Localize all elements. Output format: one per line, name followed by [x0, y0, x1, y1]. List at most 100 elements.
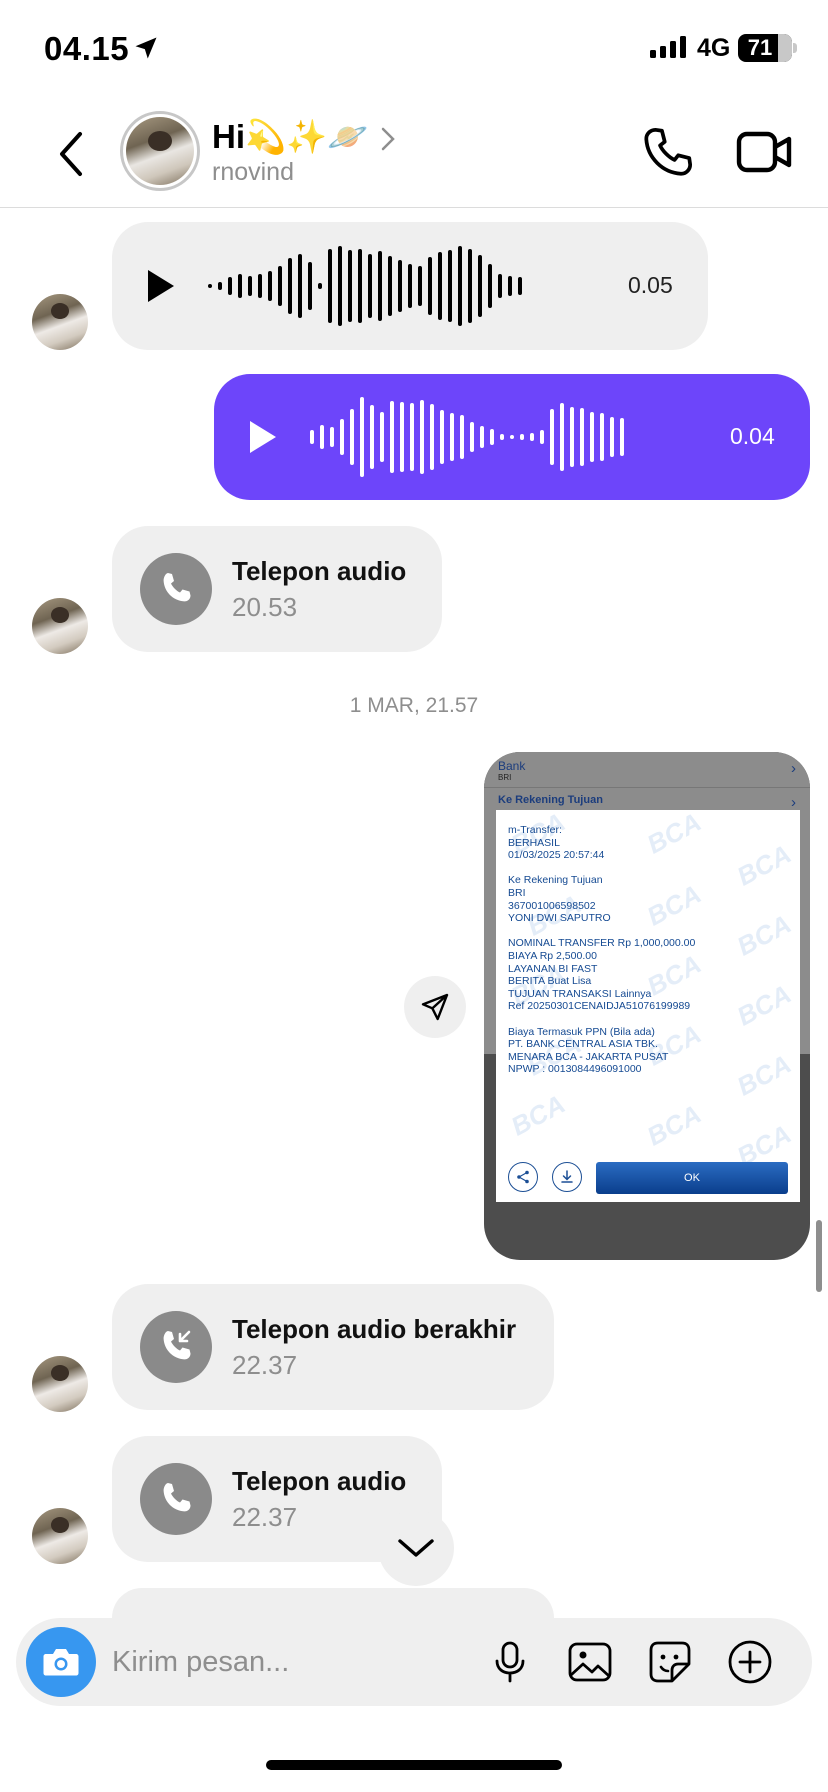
waveform-bar — [358, 249, 362, 323]
call-ended-message[interactable]: Telepon audio berakhir 22.37 — [112, 1284, 554, 1410]
camera-button[interactable] — [26, 1627, 96, 1697]
waveform-bar — [560, 403, 564, 471]
sender-avatar[interactable] — [32, 598, 88, 654]
bca-watermark-text: BCA — [732, 838, 796, 892]
call-time: 20.53 — [232, 592, 298, 622]
contact-avatar[interactable] — [120, 111, 200, 191]
waveform-bar — [498, 274, 502, 298]
location-arrow-icon — [135, 37, 157, 59]
microphone-icon[interactable] — [486, 1638, 534, 1686]
status-time: 04.15 — [44, 30, 130, 67]
gallery-icon[interactable] — [566, 1638, 614, 1686]
waveform-bar — [508, 276, 512, 296]
waveform-bar — [448, 250, 452, 322]
message-input[interactable] — [112, 1640, 492, 1684]
waveform-bar — [420, 400, 424, 474]
add-circle-icon[interactable] — [726, 1638, 774, 1686]
call-time: 22.37 — [232, 1350, 298, 1380]
waveform-bar — [460, 415, 464, 459]
phone-icon — [140, 553, 212, 625]
waveform-bar — [348, 250, 352, 322]
bank-value: BRI — [498, 773, 512, 782]
call-message[interactable]: Telepon audio 20.53 — [112, 526, 442, 652]
voice-duration: 0.04 — [730, 423, 775, 449]
back-chevron-icon[interactable] — [52, 128, 92, 180]
sender-avatar[interactable] — [32, 1356, 88, 1412]
waveform-bar — [258, 274, 262, 298]
receipt-ok-button: OK — [596, 1162, 788, 1194]
chat-header: Hi💫✨🪐 rnovind — [0, 100, 828, 208]
waveform-bar — [480, 426, 484, 448]
waveform-bar — [330, 427, 334, 447]
share-button[interactable] — [404, 976, 466, 1038]
scroll-to-bottom-button[interactable] — [378, 1510, 454, 1586]
video-call-button[interactable] — [736, 126, 792, 178]
waveform-bar — [510, 435, 514, 439]
contact-username[interactable]: rnovind — [212, 158, 294, 187]
waveform-bar — [268, 271, 272, 301]
play-icon[interactable] — [146, 268, 176, 304]
voice-waveform — [310, 392, 624, 482]
waveform-bar — [438, 252, 442, 320]
waveform-bar — [400, 402, 404, 472]
waveform-bar — [580, 408, 584, 466]
bca-watermark-text: BCA — [506, 1088, 570, 1142]
sticker-icon[interactable] — [646, 1638, 694, 1686]
bca-watermark-text: BCA — [642, 1098, 706, 1152]
camera-icon — [43, 1649, 79, 1676]
ke-rekening-label: Ke Rekening Tujuan — [498, 794, 603, 806]
waveform-bar — [490, 429, 494, 445]
share-icon — [508, 1162, 538, 1192]
bank-label: Bank — [498, 759, 526, 773]
waveform-bar — [208, 284, 212, 288]
waveform-bar — [500, 434, 504, 440]
missed-incoming-call-icon — [140, 1311, 212, 1383]
waveform-bar — [478, 255, 482, 317]
chevron-right-icon[interactable] — [380, 126, 396, 152]
waveform-bar — [470, 422, 474, 452]
cellular-signal-icon — [650, 36, 686, 58]
battery-cap — [793, 43, 797, 53]
network-type: 4G — [697, 34, 731, 62]
waveform-bar — [390, 401, 394, 473]
audio-call-button[interactable] — [640, 124, 696, 180]
waveform-bar — [610, 417, 614, 457]
contact-name[interactable]: Hi💫✨🪐 — [212, 118, 368, 157]
waveform-bar — [338, 246, 342, 326]
waveform-bar — [410, 403, 414, 471]
chevron-right-icon: › — [791, 760, 796, 777]
send-icon — [421, 993, 449, 1021]
waveform-bar — [360, 397, 364, 477]
waveform-bar — [530, 433, 534, 441]
battery-level: 71 — [747, 35, 773, 60]
call-title: Telepon audio — [232, 556, 407, 586]
waveform-bar — [318, 283, 322, 289]
waveform-bar — [388, 256, 392, 316]
waveform-bar — [590, 412, 594, 462]
phone-icon — [140, 1463, 212, 1535]
waveform-bar — [550, 409, 554, 465]
voice-message-received[interactable]: 0.05 — [112, 222, 708, 350]
waveform-bar — [298, 254, 302, 318]
play-icon[interactable] — [248, 419, 278, 455]
voice-message-sent[interactable]: 0.04 — [214, 374, 810, 500]
sender-avatar[interactable] — [32, 1508, 88, 1564]
home-indicator — [266, 1760, 562, 1770]
waveform-bar — [418, 266, 422, 306]
waveform-bar — [248, 276, 252, 296]
waveform-bar — [328, 249, 332, 323]
waveform-bar — [520, 434, 524, 440]
waveform-bar — [450, 413, 454, 461]
call-time: 22.37 — [232, 1502, 298, 1532]
receipt-text: m-Transfer: BERHASIL 01/03/2025 20:57:44… — [508, 824, 696, 1076]
waveform-bar — [518, 277, 522, 295]
image-message[interactable]: Bank BRI › Ke Rekening Tujuan › BCA BCA BCA… — [484, 752, 810, 1260]
waveform-bar — [320, 425, 324, 449]
waveform-bar — [228, 277, 232, 295]
scrollbar[interactable] — [816, 1220, 822, 1292]
waveform-bar — [238, 274, 242, 298]
sender-avatar[interactable] — [32, 294, 88, 350]
status-bar: 04.15 4G 71 — [0, 0, 828, 100]
message-composer — [16, 1618, 812, 1706]
chevron-right-icon: › — [791, 794, 796, 811]
